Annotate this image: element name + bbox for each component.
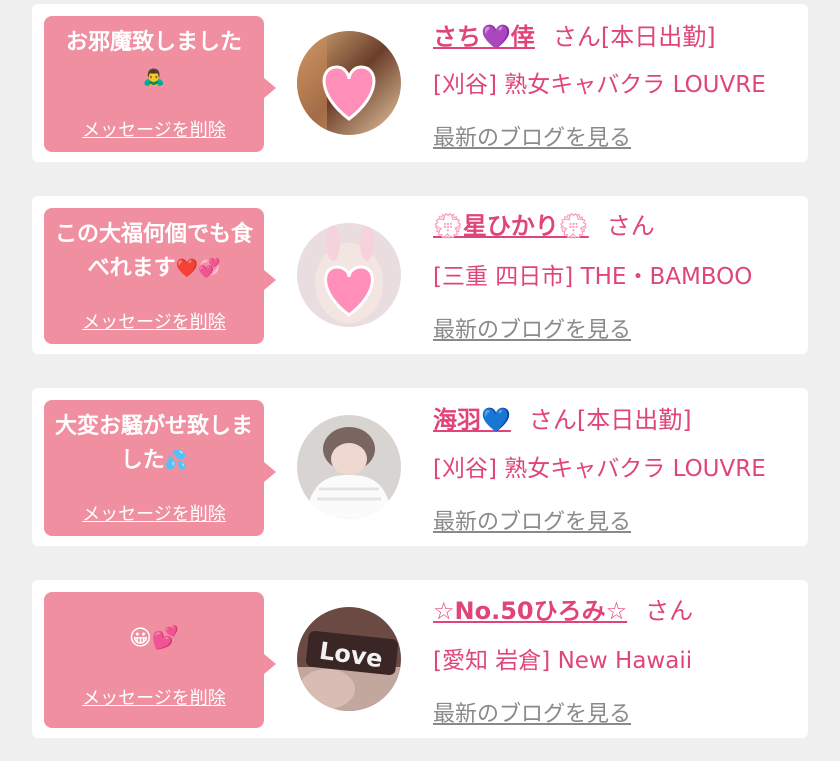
avatar[interactable] <box>297 415 401 519</box>
message-emoji: 💦 <box>164 450 188 471</box>
delete-message-link[interactable]: メッセージを削除 <box>44 684 264 710</box>
shop-label: [刈谷] 熟女キャバクラ LOUVRE <box>433 72 766 98</box>
avatar[interactable] <box>297 223 401 327</box>
shop-label: [三重 四日市] THE・BAMBOO <box>433 264 753 290</box>
avatar[interactable] <box>297 31 401 135</box>
latest-blog-link[interactable]: 最新のブログを見る <box>433 120 631 152</box>
sender-name-link[interactable]: さち💜倖 <box>433 23 535 51</box>
delete-message-link[interactable]: メッセージを削除 <box>44 116 264 142</box>
sender-suffix: さん[本日出勤] <box>552 23 716 51</box>
message-text: 大変お騒がせ致しました💦 <box>44 410 264 478</box>
message-bubble: お邪魔致しました 🙇‍♂️ メッセージを削除 <box>44 16 276 152</box>
message-emoji: ❤️💞 <box>175 258 221 279</box>
sender-name-line: ☆No.50ひろみ☆ さん <box>433 596 693 626</box>
shop-label: [刈谷] 熟女キャバクラ LOUVRE <box>433 456 766 482</box>
message-greeting: お邪魔致しました <box>65 30 242 55</box>
message-greeting: この大福何個でも食べれます <box>54 222 253 281</box>
sender-name-line: 海羽💙 さん[本日出勤] <box>433 405 692 435</box>
latest-blog-link[interactable]: 最新のブログを見る <box>433 504 631 536</box>
portrait-photo <box>297 415 401 519</box>
message-emoji: 🙇‍♂️ <box>142 66 166 87</box>
sender-name-link[interactable]: 💮星ひかり💮 <box>433 212 589 240</box>
shop-label: [愛知 岩倉] New Hawaii <box>433 648 693 674</box>
heart-sticker-photo <box>297 31 401 135</box>
message-card: 😀💕 メッセージを削除 Love ☆No.50ひろみ☆ さん [愛知 岩倉] Ne… <box>32 580 808 738</box>
heart-sticker-photo <box>297 223 401 327</box>
message-text: お邪魔致しました 🙇‍♂️ <box>44 26 264 94</box>
avatar[interactable]: Love <box>297 607 401 711</box>
message-text: 😀💕 <box>44 622 264 656</box>
sender-suffix: さん <box>606 212 655 240</box>
love-print-photo: Love <box>297 607 401 711</box>
latest-blog-link[interactable]: 最新のブログを見る <box>433 696 631 728</box>
message-card: お邪魔致しました 🙇‍♂️ メッセージを削除 さち💜倖 さん[本日出勤] [刈谷]… <box>32 4 808 162</box>
sender-name-line: 💮星ひかり💮 さん <box>433 211 655 241</box>
delete-message-link[interactable]: メッセージを削除 <box>44 308 264 334</box>
delete-message-link[interactable]: メッセージを削除 <box>44 500 264 526</box>
message-bubble: 大変お騒がせ致しました💦 メッセージを削除 <box>44 400 276 536</box>
message-list: お邪魔致しました 🙇‍♂️ メッセージを削除 さち💜倖 さん[本日出勤] [刈谷]… <box>0 0 840 761</box>
message-greeting: 大変お騒がせ致しました <box>54 414 253 473</box>
latest-blog-link[interactable]: 最新のブログを見る <box>433 312 631 344</box>
message-card: この大福何個でも食べれます❤️💞 メッセージを削除 💮星ひかり💮 さん [三重 四… <box>32 196 808 354</box>
message-card: 大変お騒がせ致しました💦 メッセージを削除 海羽💙 さん[本日出勤] [刈谷] 熟… <box>32 388 808 546</box>
sender-name-link[interactable]: ☆No.50ひろみ☆ <box>433 597 627 625</box>
message-bubble: 😀💕 メッセージを削除 <box>44 592 276 728</box>
message-bubble: この大福何個でも食べれます❤️💞 メッセージを削除 <box>44 208 276 344</box>
sender-suffix: さん[本日出勤] <box>528 406 692 434</box>
message-emoji: 😀💕 <box>128 626 180 651</box>
message-text: この大福何個でも食べれます❤️💞 <box>44 218 264 286</box>
sender-name-line: さち💜倖 さん[本日出勤] <box>433 22 716 52</box>
sender-suffix: さん <box>645 597 694 625</box>
sender-name-link[interactable]: 海羽💙 <box>433 406 511 434</box>
